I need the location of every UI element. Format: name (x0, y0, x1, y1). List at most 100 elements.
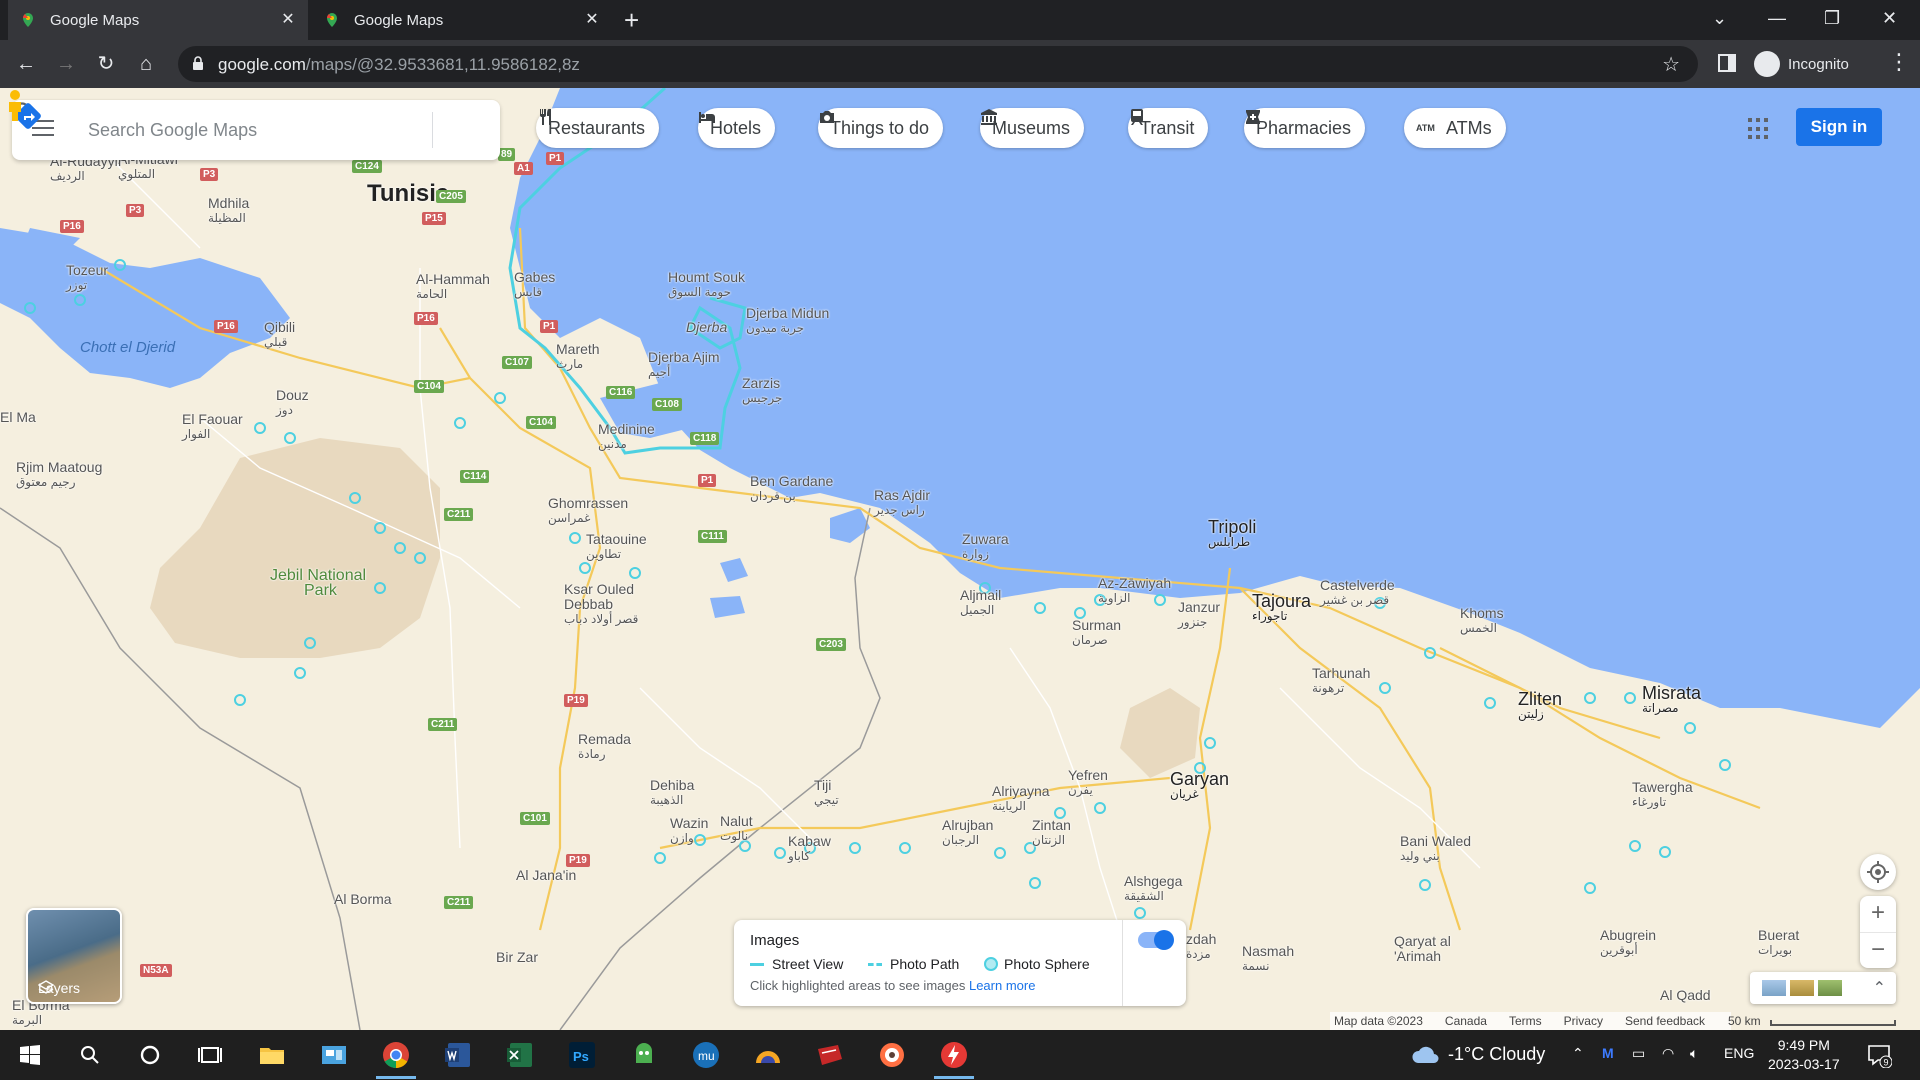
island-label-djerba[interactable]: Djerba (686, 320, 727, 335)
minimize-icon[interactable]: — (1768, 8, 1786, 29)
control-panel-icon[interactable] (318, 1039, 350, 1071)
city-label-al-qaddah[interactable]: Al Qadd (1660, 988, 1711, 1003)
country-link[interactable]: Canada (1445, 1014, 1487, 1028)
city-label-djerba-midun[interactable]: Djerba Midun جربة ميدون (746, 306, 829, 336)
zoom-in-button[interactable]: + (1860, 896, 1896, 932)
close-window-icon[interactable]: ✕ (1882, 8, 1897, 29)
city-label-kabaw[interactable]: Kabaw كاباو (788, 834, 831, 864)
browser-tab-2[interactable]: Google Maps ✕ (312, 0, 612, 40)
city-label-zliten[interactable]: Zliten زليتن (1518, 690, 1562, 722)
notification-icon[interactable]: 9 (1866, 1042, 1892, 1068)
city-label-rjim-maatoug[interactable]: Rjim Maatoug رجيم معتوق (16, 460, 102, 490)
city-label-alshgega[interactable]: Alshgega الشقيقة (1124, 874, 1182, 904)
back-icon[interactable]: ← (14, 52, 38, 76)
park-label[interactable]: Jebil National Park (270, 568, 366, 599)
privacy-link[interactable]: Privacy (1564, 1014, 1603, 1028)
city-label-houmt-souk[interactable]: Houmt Souk حومة السوق (668, 270, 745, 300)
cortana-icon[interactable] (134, 1039, 166, 1071)
city-label-el-ma[interactable]: El Ma (0, 410, 36, 425)
city-label-alrujban[interactable]: Alrujban الرجبان (942, 818, 993, 848)
city-label-abugrein[interactable]: Abugrein أبوقرين (1600, 928, 1656, 958)
city-label-dehiba[interactable]: Dehiba الذهيبة (650, 778, 694, 808)
city-label-zintan[interactable]: Zintan الزنتان (1032, 818, 1071, 848)
search-icon[interactable] (74, 1039, 106, 1071)
tab-search-icon[interactable]: ⌄ (1712, 8, 1727, 29)
pegman-icon[interactable] (0, 88, 30, 122)
city-label-zarzis[interactable]: Zarzis جرجيس (742, 376, 782, 406)
terms-link[interactable]: Terms (1509, 1014, 1542, 1028)
feedback-link[interactable]: Send feedback (1625, 1014, 1705, 1028)
city-label-djerba-ajim[interactable]: Djerba Ajim أجيم (648, 350, 720, 380)
city-label-az-zawiyah[interactable]: Az-Zāwiyah الزاوية (1098, 576, 1171, 606)
restore-icon[interactable]: ❐ (1824, 8, 1840, 29)
city-label-qibili[interactable]: Qibili قبلي (264, 320, 295, 350)
chip-pharmacies[interactable]: Pharmacies (1244, 108, 1366, 148)
city-label-surman[interactable]: Surman صرمان (1072, 618, 1121, 648)
city-label-tarhunah[interactable]: Tarhunah ترهونة (1312, 666, 1370, 696)
city-label-castelverde[interactable]: Castelverde قصر بن غشير (1320, 578, 1395, 608)
forward-icon[interactable]: → (54, 52, 78, 76)
learn-more-link[interactable]: Learn more (969, 978, 1035, 993)
city-label-qaryat[interactable]: Qaryat al 'Arimah (1394, 934, 1451, 964)
city-label-wazin[interactable]: Wazin وازن (670, 816, 708, 846)
weather-widget[interactable]: -1°C Cloudy (1410, 1044, 1545, 1065)
city-label-medinine[interactable]: Medinine مدنين (598, 422, 655, 452)
imagery-thumb[interactable] (1790, 980, 1814, 996)
images-toggle[interactable] (1138, 930, 1174, 950)
city-label-ksar-ouled-debbab[interactable]: Ksar Ouled Debbab قصر أولاد دباب (564, 582, 638, 627)
city-label-remada[interactable]: Remada رمادة (578, 732, 631, 762)
imagery-thumbnails[interactable]: ⌃ (1750, 972, 1896, 1004)
expand-up-icon[interactable]: ⌃ (1873, 978, 1886, 998)
map-canvas[interactable]: Tunisia Tripoli طرابلس Tozeur توزر Chott e… (0, 88, 1920, 1030)
sign-in-button[interactable]: Sign in (1796, 108, 1882, 146)
city-label-yefren[interactable]: Yefren يفرن (1068, 768, 1108, 798)
chip-hotels[interactable]: Hotels (698, 108, 776, 148)
chip-restaurants[interactable]: Restaurants (536, 108, 660, 148)
city-label-bir-zar[interactable]: Bir Zar (496, 950, 538, 965)
city-label-tiji[interactable]: Tiji تيجي (814, 778, 839, 808)
city-label-tripoli[interactable]: Tripoli طرابلس (1208, 518, 1256, 550)
battery-icon[interactable]: ▭ (1632, 1045, 1645, 1062)
close-tab-icon[interactable]: ✕ (280, 12, 296, 28)
city-label-al-hammah[interactable]: Al-Hammah الحامة (416, 272, 490, 302)
city-label-al-borma[interactable]: Al Borma (334, 892, 392, 907)
tray-app-icon[interactable]: M (1602, 1045, 1614, 1061)
reload-icon[interactable]: ↻ (94, 52, 118, 76)
chip-atms[interactable]: ATM ATMs (1404, 108, 1506, 148)
close-tab-icon[interactable]: ✕ (584, 12, 600, 28)
windows-start-icon[interactable] (14, 1039, 46, 1071)
address-bar[interactable]: google.com/maps/@32.9533681,11.9586182,8… (178, 46, 1698, 82)
city-label-misrata[interactable]: Misrata مصراتة (1642, 684, 1701, 716)
imagery-thumb[interactable] (1762, 980, 1786, 996)
wifi-icon[interactable]: ◠ (1662, 1045, 1674, 1062)
city-label-ghomrassen[interactable]: Ghomrassen غمراسن (548, 496, 628, 526)
city-label-douz[interactable]: Douz دوز (276, 388, 309, 418)
city-label-garyan[interactable]: Garyan غريان (1170, 770, 1229, 802)
side-panel-icon[interactable] (1718, 54, 1736, 72)
city-label-aljmail[interactable]: Aljmail الجميل (960, 588, 1001, 618)
city-label-mareth[interactable]: Mareth مارث (556, 342, 600, 372)
city-label-nasmah[interactable]: Nasmah نسمة (1242, 944, 1294, 974)
musescore-icon[interactable]: mu (690, 1039, 722, 1071)
city-label-gabes[interactable]: Gabes قابس (514, 270, 555, 300)
city-label-khoms[interactable]: Khoms الخمس (1460, 606, 1504, 636)
chevron-up-icon[interactable]: ⌃ (1572, 1045, 1584, 1062)
word-icon[interactable] (442, 1039, 474, 1071)
bookmark-star-icon[interactable]: ☆ (1662, 52, 1680, 77)
browser-menu-icon[interactable]: ⋮ (1888, 50, 1910, 74)
city-label-alriyayna[interactable]: Alriyayna الرياينة (992, 784, 1050, 814)
flash-app-icon[interactable] (938, 1039, 970, 1071)
excel-icon[interactable] (504, 1039, 536, 1071)
home-icon[interactable]: ⌂ (134, 52, 158, 76)
photoshop-icon[interactable]: Ps (566, 1039, 598, 1071)
city-label-tozeur[interactable]: Tozeur توزر (66, 263, 108, 293)
google-apps-icon[interactable] (1748, 118, 1770, 140)
incognito-profile[interactable]: Incognito (1754, 50, 1849, 78)
city-label-tajoura[interactable]: Tajoura تاجوراء (1252, 592, 1311, 624)
file-explorer-icon[interactable] (256, 1039, 288, 1071)
new-tab-icon[interactable]: + (624, 6, 639, 34)
game-app-icon[interactable] (628, 1039, 660, 1071)
imagery-thumb[interactable] (1818, 980, 1842, 996)
city-label-tawergha[interactable]: Tawergha تاورغاء (1632, 780, 1693, 810)
city-label-el-faouar[interactable]: El Faouar الفوار (182, 412, 243, 442)
